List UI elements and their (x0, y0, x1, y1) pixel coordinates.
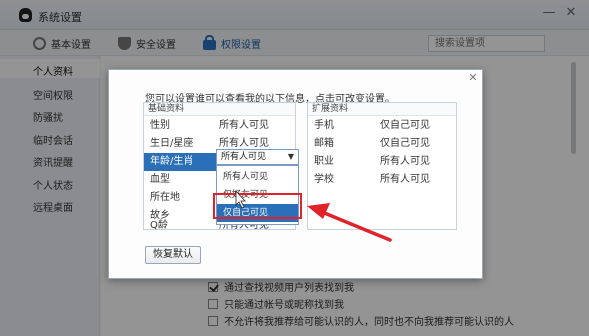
annotation-highlight-box (213, 193, 302, 219)
list-item[interactable]: 职业 所有人可见 (308, 153, 456, 171)
field-name: Q龄 (150, 220, 168, 231)
visibility-select[interactable]: 所有人可见 ▼ (216, 149, 299, 165)
field-name: 年龄/生肖 (150, 156, 194, 167)
field-visibility: 所有人可见 (380, 174, 430, 185)
field-name: 血型 (150, 174, 170, 185)
field-visibility: 所有人可见 (219, 120, 269, 131)
field-name: 性别 (150, 120, 170, 131)
extended-info-panel: 扩展资料 手机 仅自己可见 邮箱 仅自己可见 职业 所有人可见 学校 所有人可见 (307, 102, 457, 230)
field-name: 职业 (314, 156, 334, 167)
chevron-down-icon: ▼ (287, 152, 294, 161)
field-name: 所在地 (150, 192, 180, 203)
select-value: 所有人可见 (221, 152, 267, 162)
panel-header: 基础资料 (144, 103, 295, 116)
field-name: 邮箱 (314, 138, 334, 149)
list-item-selected[interactable]: 年龄/生肖 (144, 153, 216, 171)
list-item[interactable]: 学校 所有人可见 (308, 171, 456, 189)
list-item[interactable]: 邮箱 仅自己可见 (308, 135, 456, 153)
field-visibility: 仅自己可见 (380, 138, 430, 149)
panel-header: 扩展资料 (308, 103, 456, 116)
dropdown-option-everyone[interactable]: 所有人可见 (217, 168, 298, 186)
field-name: 生日/星座 (150, 138, 194, 149)
field-name: 学校 (314, 174, 334, 185)
field-name: 手机 (314, 120, 334, 131)
field-visibility: 仅自己可见 (380, 120, 430, 131)
restore-default-button[interactable]: 恢复默认 (145, 246, 201, 264)
profile-visibility-dialog: ✕ 您可以设置谁可以查看我的以下信息，点击可改变设置。 基础资料 性别 所有人可… (108, 69, 483, 279)
close-icon[interactable]: ✕ (467, 72, 479, 84)
field-visibility: 所有人可见 (380, 156, 430, 167)
list-item[interactable]: 手机 仅自己可见 (308, 117, 456, 135)
list-item[interactable]: 性别 所有人可见 (144, 117, 295, 135)
